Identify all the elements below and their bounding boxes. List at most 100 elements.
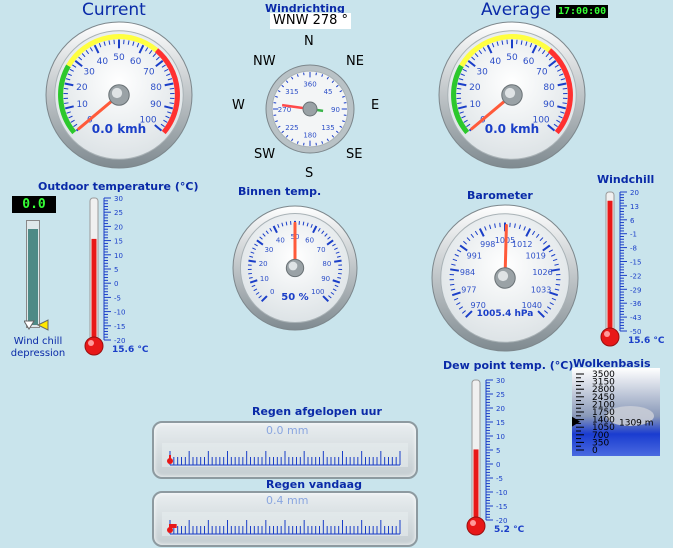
wind-chill-depression-label-2: depression (10, 348, 66, 359)
compass-tick-label: 180 (303, 132, 316, 140)
thermometer-reading: 15.6 °C (112, 345, 149, 355)
gauge-tick (562, 102, 567, 104)
thermometer-tick-label: 25 (496, 391, 505, 399)
wind-direction-value: WNW 278 ° (270, 13, 352, 29)
gauge-reading: 0.0 kmh (485, 122, 539, 136)
gauge-tick (450, 268, 460, 272)
gauge-tick-label: 60 (130, 57, 142, 67)
windchill-thermometer: 20 13 6 -1 -8 -15 -22 -29 -36 -43 -5015.6 °C (600, 189, 665, 347)
thermometer-tick-label: 5 (114, 266, 118, 274)
thermometer-bulb (600, 327, 620, 347)
current-title: Current (82, 0, 146, 20)
gauge-tick-label: 70 (143, 68, 155, 78)
gauge-hub-highlight (497, 270, 509, 282)
thermometer-tick-label: 20 (114, 223, 123, 231)
gauge-tick-label: 80 (322, 260, 331, 268)
rain-hour-reading: 0.0 mm (266, 424, 309, 437)
gauge-tick (302, 221, 305, 226)
gauge-tick-label: 20 (76, 83, 88, 93)
compass-tick-label: 90 (331, 106, 340, 114)
wind-chill-depression-label: Wind chill depression (10, 336, 66, 360)
gauge-tick-label: 80 (543, 83, 555, 93)
gauge-hub-highlight (504, 87, 516, 99)
compass-s-label: S (305, 166, 314, 181)
gauge-tick-label: 998 (480, 240, 495, 249)
thermometer-tick-label: -50 (630, 328, 641, 336)
gauge-tick (562, 87, 568, 90)
gauge-tick-label: 90 (321, 275, 330, 283)
thermometer-tick-label: -20 (496, 517, 507, 525)
thermometer-tick-label: -22 (630, 272, 641, 280)
cloud-base-tick-label: 0 (592, 446, 598, 456)
cloud-base-reading: 1309 m (619, 419, 654, 429)
compass-n-label: N (304, 34, 314, 49)
gauge-tick-label: 30 (476, 68, 488, 78)
gauge-tick (457, 102, 462, 104)
gauge-tick-label: 984 (460, 268, 475, 277)
thermometer-fill (473, 449, 479, 522)
thermometer-tick-label: -10 (114, 309, 125, 317)
thermometer-tick-label: -5 (114, 294, 121, 302)
thermometer-tick-label: 20 (630, 189, 639, 197)
rain-today-reading: 0.4 mm (266, 494, 309, 507)
rain-fill (169, 524, 177, 528)
rain-today-gauge: 0.4 mm (152, 491, 418, 547)
current-speed-gauge: 01020304050607080901000.0 kmh (45, 21, 193, 169)
wind-chill-depression-track (26, 220, 40, 328)
gauge-tick (63, 87, 69, 90)
thermometer-tick-label: -43 (630, 314, 641, 322)
compass-tick-label: 360 (303, 80, 316, 88)
gauge-tick-label: 60 (305, 236, 314, 244)
wind-chill-depression-slider[interactable] (24, 319, 54, 333)
thermometer-tick-label: 15 (496, 419, 505, 427)
compass-hub (302, 101, 318, 117)
gauge-reading: 50 % (281, 292, 308, 303)
compass-tick-label: 45 (324, 88, 333, 96)
indoor-gauge: 010203040506070809010050 % (232, 205, 358, 331)
gauge-tick-label: 10 (260, 275, 269, 283)
gauge-tick (248, 259, 256, 263)
gauge-tick-label: 90 (543, 100, 555, 110)
compass-tick-label: 135 (321, 124, 334, 132)
gauge-tick (64, 102, 69, 104)
gauge-tick-label: 70 (536, 68, 548, 78)
thermometer-tick-label: 6 (630, 217, 635, 225)
gauge-tick-label: 10 (76, 100, 88, 110)
gauge-hub-highlight (288, 261, 298, 271)
gauge-tick-label: 70 (317, 246, 326, 254)
average-title: Average (481, 0, 551, 20)
dew-point-thermometer: 30 25 20 15 10 5 0 -5 -10 -15 -205.2 °C (466, 377, 525, 536)
rain-today-title: Regen vandaag (266, 478, 362, 491)
thermometer-tick-label: 5 (496, 447, 500, 455)
gauge-tick-label: 10 (469, 100, 481, 110)
wind-chill-depression-fill (28, 229, 38, 325)
thermometer-tick-label: 0 (496, 461, 500, 469)
thermometer-reading: 5.2 °C (494, 525, 525, 535)
thermometer-tick-label: -1 (630, 231, 637, 239)
compass-e-label: E (371, 98, 380, 113)
outdoor-temp-digital: 0.0 (12, 196, 56, 213)
gauge-tick (169, 87, 175, 90)
gauge-tick-label: 60 (523, 57, 535, 67)
thermometer-tick-label: 10 (496, 433, 505, 441)
rain-hour-title: Regen afgelopen uur (252, 405, 382, 418)
thermometer-tick-label: -8 (630, 245, 637, 253)
gauge-tick (456, 87, 462, 90)
gauge-tick-label: 977 (461, 286, 476, 295)
compass-tick-label: 225 (285, 124, 298, 132)
thermometer-tick-label: 20 (496, 405, 505, 413)
rain-hour-gauge: 0.0 mm (152, 421, 418, 479)
dew-point-title: Dew point temp. (°C) (443, 359, 574, 372)
thermometer-tick-label: -15 (114, 323, 125, 331)
gauge-tick-label: 40 (276, 236, 285, 244)
thermometer-tick-label: -15 (496, 503, 507, 511)
gauge-tick-label: 40 (490, 57, 502, 67)
thermometer-fill (607, 200, 613, 333)
gauge-tick (555, 283, 561, 286)
outdoor-thermometer: 30 25 20 15 10 5 0 -5 -10 -15 -2015.6 °C (84, 195, 149, 356)
thermometer-tick-label: -15 (630, 259, 641, 267)
gauge-tick (449, 283, 455, 286)
cloud-base-indicator: 3500315028002450210017501400105070035001… (572, 368, 660, 456)
gauge-tick-label: 30 (264, 246, 273, 254)
rain-fill (169, 455, 171, 459)
